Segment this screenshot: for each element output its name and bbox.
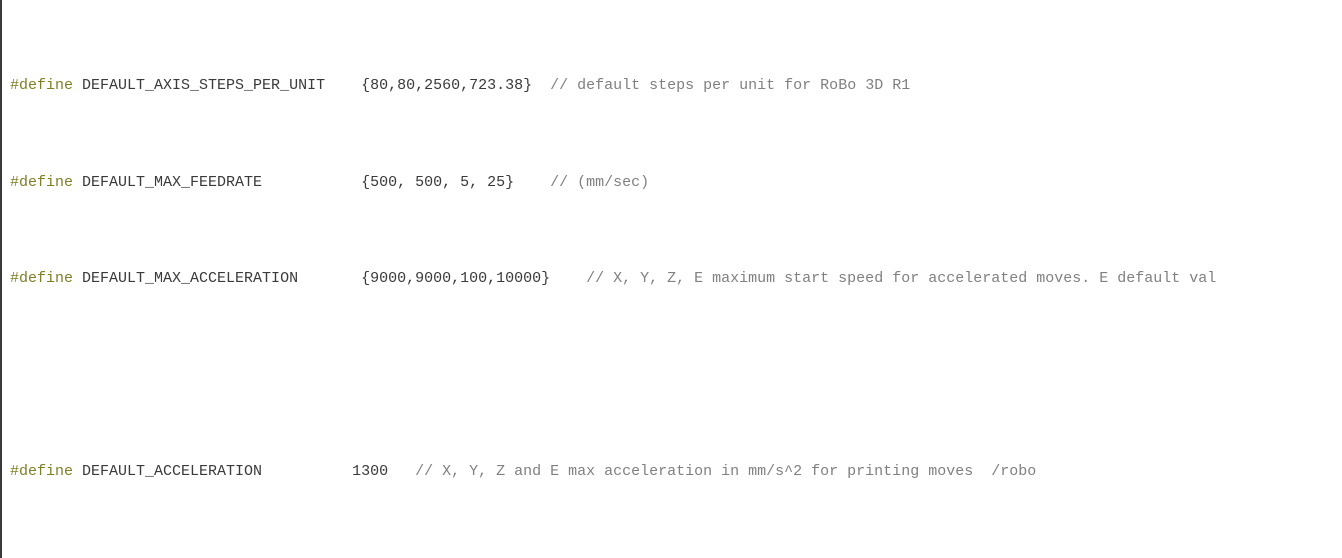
define-keyword: #define — [10, 173, 74, 191]
macro-name: DEFAULT_MAX_FEEDRATE — [82, 173, 263, 191]
code-text-area[interactable]: #define DEFAULT_AXIS_STEPS_PER_UNIT {80,… — [10, 2, 1216, 558]
macro-name: DEFAULT_ACCELERATION — [82, 462, 263, 480]
code-line[interactable]: #define DEFAULT_MAX_ACCELERATION {9000,9… — [10, 267, 1216, 291]
inline-comment: // X, Y, Z, E maximum start speed for ac… — [586, 270, 1217, 288]
macro-value: 1300 — [352, 462, 389, 480]
define-keyword: #define — [10, 77, 74, 95]
macro-value: {500, 500, 5, 25} — [361, 173, 515, 191]
macro-name: DEFAULT_MAX_ACCELERATION — [82, 270, 299, 288]
inline-comment: // default steps per unit for RoBo 3D R1 — [550, 77, 911, 95]
macro-name: DEFAULT_AXIS_STEPS_PER_UNIT — [82, 77, 326, 95]
code-editor-pane[interactable]: #define DEFAULT_AXIS_STEPS_PER_UNIT {80,… — [0, 0, 1342, 558]
code-line[interactable]: #define DEFAULT_ACCELERATION 1300 // X, … — [10, 460, 1216, 484]
macro-value: {9000,9000,100,10000} — [361, 270, 551, 288]
define-keyword: #define — [10, 270, 74, 288]
macro-value: {80,80,2560,723.38} — [361, 77, 533, 95]
code-line[interactable]: #define DEFAULT_AXIS_STEPS_PER_UNIT {80,… — [10, 74, 1216, 98]
code-line[interactable]: #define DEFAULT_MAX_FEEDRATE {500, 500, … — [10, 171, 1216, 195]
blank-line[interactable] — [10, 363, 1216, 387]
define-keyword: #define — [10, 462, 74, 480]
inline-comment: // (mm/sec) — [550, 173, 650, 191]
inline-comment: // X, Y, Z and E max acceleration in mm/… — [415, 462, 1037, 480]
